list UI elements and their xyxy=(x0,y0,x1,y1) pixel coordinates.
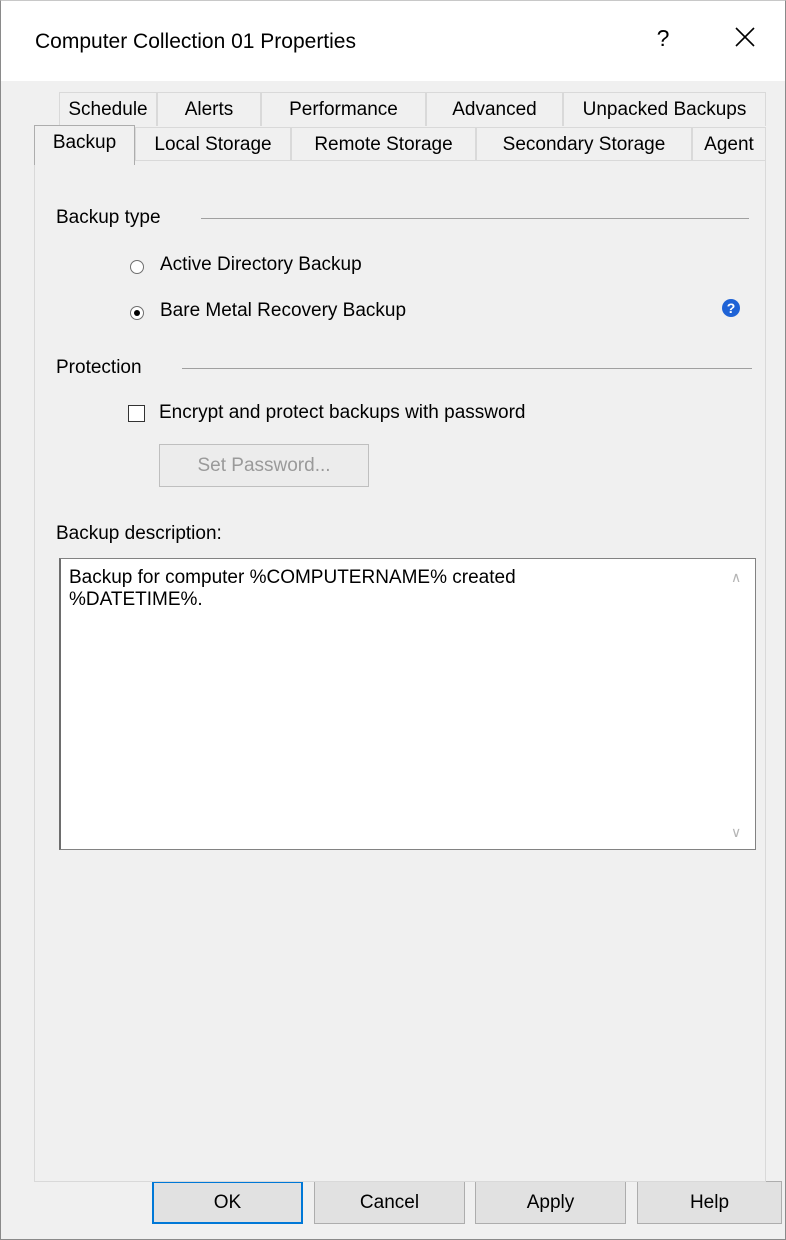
group-divider xyxy=(182,368,752,369)
help-button[interactable]: Help xyxy=(637,1181,782,1224)
radio-active-directory[interactable] xyxy=(130,260,144,274)
tab-label: Alerts xyxy=(184,99,234,120)
tab-label: Schedule xyxy=(68,99,148,120)
tab-label: Local Storage xyxy=(154,134,272,155)
radio-active-directory-label[interactable]: Active Directory Backup xyxy=(160,254,362,276)
tab-local-storage[interactable]: Local Storage xyxy=(135,127,291,161)
tab-label: Unpacked Backups xyxy=(582,99,747,120)
tab-label: Performance xyxy=(289,99,398,120)
radio-selected-dot xyxy=(134,310,140,316)
tab-performance[interactable]: Performance xyxy=(261,92,426,126)
scroll-up-icon[interactable]: ∧ xyxy=(731,569,741,586)
description-text[interactable]: Backup for computer %COMPUTERNAME% creat… xyxy=(69,567,709,611)
tab-label: Agent xyxy=(704,134,754,155)
protection-label: Protection xyxy=(56,357,148,379)
question-icon[interactable]: ? xyxy=(722,299,740,317)
tab-secondary-storage[interactable]: Secondary Storage xyxy=(476,127,692,161)
set-password-label: Set Password... xyxy=(197,455,331,476)
scroll-down-icon[interactable]: ∨ xyxy=(731,824,741,841)
title-bar: Computer Collection 01 Properties ? xyxy=(1,1,785,81)
tab-label: Remote Storage xyxy=(314,134,453,155)
cancel-button[interactable]: Cancel xyxy=(314,1181,465,1224)
radio-bare-metal-label[interactable]: Bare Metal Recovery Backup xyxy=(160,300,406,322)
apply-button[interactable]: Apply xyxy=(475,1181,626,1224)
tab-label: Secondary Storage xyxy=(502,134,666,155)
tab-unpacked-backups[interactable]: Unpacked Backups xyxy=(563,92,766,126)
ok-button[interactable]: OK xyxy=(152,1181,303,1224)
tab-backup[interactable]: Backup xyxy=(34,125,135,165)
description-label: Backup description: xyxy=(56,523,222,544)
close-icon xyxy=(735,27,755,47)
group-divider xyxy=(201,218,749,219)
description-textarea[interactable]: Backup for computer %COMPUTERNAME% creat… xyxy=(59,558,756,850)
cancel-label: Cancel xyxy=(359,1192,420,1213)
help-label: Help xyxy=(689,1192,730,1213)
vertical-scrollbar[interactable]: ∧ ∨ xyxy=(721,559,755,849)
encrypt-checkbox[interactable] xyxy=(128,405,145,422)
tab-alerts[interactable]: Alerts xyxy=(157,92,261,126)
tab-schedule[interactable]: Schedule xyxy=(59,92,157,126)
tab-label: Advanced xyxy=(452,99,537,120)
radio-bare-metal[interactable] xyxy=(130,306,144,320)
ok-label: OK xyxy=(213,1192,242,1213)
encrypt-checkbox-label[interactable]: Encrypt and protect backups with passwor… xyxy=(159,402,525,424)
apply-label: Apply xyxy=(526,1192,575,1213)
properties-dialog: Computer Collection 01 Properties ? Sche… xyxy=(0,0,786,1240)
help-question-button[interactable]: ? xyxy=(653,25,673,52)
dialog-title: Computer Collection 01 Properties xyxy=(35,30,356,53)
tab-agent[interactable]: Agent xyxy=(692,127,766,161)
backup-type-label: Backup type xyxy=(56,207,167,229)
set-password-button[interactable]: Set Password... xyxy=(159,444,369,487)
tab-label: Backup xyxy=(52,132,117,153)
close-button[interactable] xyxy=(717,15,777,63)
tab-remote-storage[interactable]: Remote Storage xyxy=(291,127,476,161)
tab-advanced[interactable]: Advanced xyxy=(426,92,563,126)
question-glyph: ? xyxy=(726,300,736,316)
